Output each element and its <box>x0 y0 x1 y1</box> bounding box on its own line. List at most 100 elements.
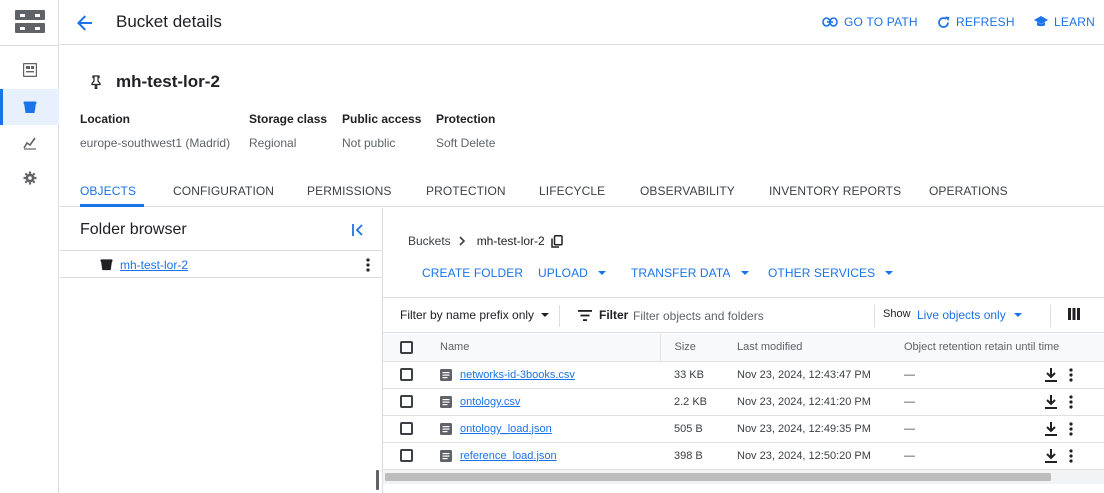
objects-table: Name Size Last modified Object retention… <box>383 334 1104 470</box>
transfer-data-button[interactable]: TRANSFER DATA <box>631 266 749 280</box>
breadcrumb-buckets[interactable]: Buckets <box>408 234 451 248</box>
bucket-heading: mh-test-lor-2 <box>90 72 220 92</box>
horizontal-scrollbar[interactable] <box>383 470 1104 484</box>
info-label: Public access <box>342 112 422 126</box>
info-value: europe-southwest1 (Madrid) <box>80 136 231 150</box>
folder-tree-item[interactable]: mh-test-lor-2 <box>60 252 382 278</box>
copy-icon[interactable] <box>550 234 563 248</box>
bucket-icon <box>100 259 113 271</box>
bucket-name: mh-test-lor-2 <box>116 72 220 91</box>
table-header-row: Name Size Last modified Object retention… <box>383 334 1104 362</box>
tab-objects[interactable]: OBJECTS <box>80 184 136 198</box>
tab-configuration[interactable]: CONFIGURATION <box>173 184 274 198</box>
create-folder-button[interactable]: CREATE FOLDER <box>422 266 523 280</box>
prefix-filter-label: Filter by name prefix only <box>400 308 535 322</box>
column-header-retention[interactable]: Object retention retain until time <box>890 334 1104 362</box>
rail-item-monitoring[interactable] <box>0 125 59 161</box>
pin-icon[interactable] <box>90 75 102 89</box>
download-icon[interactable] <box>1045 394 1057 409</box>
other-services-button[interactable]: OTHER SERVICES <box>768 266 894 280</box>
info-storage-class: Storage class Regional <box>249 112 327 150</box>
breadcrumb-current: mh-test-lor-2 <box>476 234 545 248</box>
download-icon[interactable] <box>1045 421 1057 436</box>
show-objects-value: Live objects only <box>917 308 1006 322</box>
rail-item-dashboard[interactable] <box>0 52 59 88</box>
info-value: Soft Delete <box>436 136 496 150</box>
show-objects-select[interactable]: Live objects only <box>917 308 1022 322</box>
dropdown-arrow-icon <box>885 271 894 275</box>
dropdown-arrow-icon <box>740 271 749 275</box>
more-vert-icon[interactable] <box>1069 394 1073 409</box>
info-label: Protection <box>436 112 496 126</box>
select-all-checkbox[interactable] <box>400 340 413 354</box>
side-rail <box>0 0 59 493</box>
filter-button[interactable]: Filter <box>578 308 628 322</box>
dropdown-arrow-icon <box>597 271 606 275</box>
breadcrumb: Buckets mh-test-lor-2 <box>408 234 563 248</box>
file-icon <box>440 422 452 435</box>
retention-cell: — <box>890 442 1037 470</box>
tab-protection[interactable]: PROTECTION <box>426 184 506 198</box>
row-checkbox[interactable] <box>400 368 413 381</box>
divider <box>874 305 875 327</box>
upload-label: UPLOAD <box>538 266 588 280</box>
more-vert-icon[interactable] <box>1069 367 1073 382</box>
upload-button[interactable]: UPLOAD <box>538 266 606 280</box>
folder-divider <box>60 250 382 251</box>
row-actions-cell <box>1037 415 1104 443</box>
column-header-last-modified[interactable]: Last modified <box>723 334 890 362</box>
header-bar: Bucket details GO TO PATH REFRESH LEARN <box>60 0 1104 45</box>
show-label: Show <box>883 308 911 320</box>
modified-cell: Nov 23, 2024, 12:50:20 PM <box>723 442 890 470</box>
row-checkbox[interactable] <box>400 395 413 408</box>
school-icon <box>1034 16 1048 27</box>
download-icon[interactable] <box>1045 367 1057 382</box>
back-button[interactable] <box>73 11 97 35</box>
tab-inventory-reports[interactable]: INVENTORY REPORTS <box>769 184 901 198</box>
modified-cell: Nov 23, 2024, 12:41:20 PM <box>723 388 890 416</box>
monitoring-icon <box>22 137 36 150</box>
refresh-button[interactable]: REFRESH <box>937 15 1015 29</box>
info-label: Location <box>80 112 130 126</box>
retention-cell: — <box>890 388 1037 416</box>
more-vert-icon[interactable] <box>1069 448 1073 463</box>
scrollbar-thumb[interactable] <box>385 473 1051 481</box>
download-icon[interactable] <box>1045 448 1057 463</box>
row-checkbox[interactable] <box>400 449 413 462</box>
collapse-panel-icon[interactable] <box>350 222 366 238</box>
size-cell: 33 KB <box>660 361 723 389</box>
filter-input[interactable] <box>633 306 863 326</box>
column-header-size[interactable]: Size <box>660 334 723 362</box>
more-vert-icon[interactable] <box>366 258 370 272</box>
filter-bar: Filter by name prefix only Filter Show L… <box>383 297 1104 333</box>
column-header-name[interactable]: Name <box>431 334 661 362</box>
folder-tree-item-label[interactable]: mh-test-lor-2 <box>120 258 188 272</box>
tab-observability[interactable]: OBSERVABILITY <box>640 184 735 198</box>
rail-item-buckets[interactable] <box>0 89 59 125</box>
tab-permissions[interactable]: PERMISSIONS <box>307 184 391 198</box>
go-to-path-button[interactable]: GO TO PATH <box>822 15 918 29</box>
row-checkbox[interactable] <box>400 422 413 435</box>
panel-resize-handle[interactable] <box>376 470 379 490</box>
divider <box>559 305 560 327</box>
bucket-icon <box>23 101 36 113</box>
file-name-link[interactable]: networks-id-3books.csv <box>460 369 575 381</box>
file-name-link[interactable]: ontology.csv <box>460 396 520 408</box>
filter-list-icon <box>578 309 592 321</box>
retention-cell: — <box>890 361 1037 389</box>
more-vert-icon[interactable] <box>1069 421 1073 436</box>
rail-item-settings[interactable] <box>0 160 59 196</box>
transfer-data-label: TRANSFER DATA <box>631 266 731 280</box>
info-location: Location europe-southwest1 (Madrid) <box>80 112 230 150</box>
modified-cell: Nov 23, 2024, 12:43:47 PM <box>723 361 890 389</box>
file-name-link[interactable]: reference_load.json <box>460 450 557 462</box>
storage-logo-icon[interactable] <box>15 10 45 34</box>
learn-button[interactable]: LEARN <box>1034 15 1095 29</box>
file-icon <box>440 368 452 381</box>
file-name-link[interactable]: ontology_load.json <box>460 423 552 435</box>
tab-lifecycle[interactable]: LIFECYCLE <box>539 184 605 198</box>
column-display-icon[interactable] <box>1068 308 1080 320</box>
tab-operations[interactable]: OPERATIONS <box>929 184 1008 198</box>
file-icon <box>440 395 452 408</box>
prefix-filter-select[interactable]: Filter by name prefix only <box>400 308 550 322</box>
